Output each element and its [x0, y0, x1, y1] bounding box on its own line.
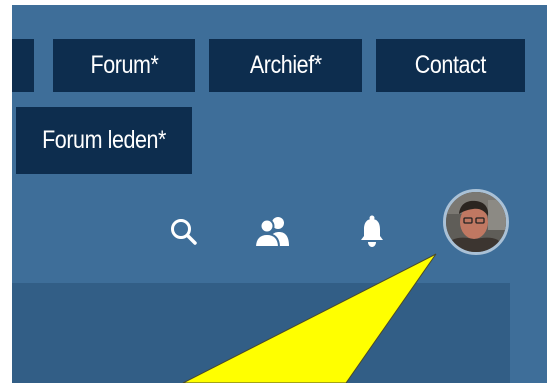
site-header: Forum* Archief* Contact Forum leden* [12, 5, 547, 383]
nav-item-forum[interactable]: Forum* [53, 39, 195, 92]
nav-item-contact-label: Contact [414, 51, 487, 79]
nav-item-contact[interactable]: Contact [376, 39, 525, 92]
user-avatar[interactable] [443, 189, 509, 255]
avatar-photo [446, 192, 506, 252]
nav-item-forum-leden-label: Forum leden* [42, 126, 166, 154]
members-icon[interactable] [253, 213, 293, 249]
nav-item-archief-label: Archief* [249, 51, 322, 79]
nav-item-partial[interactable] [12, 39, 34, 92]
search-icon[interactable] [168, 216, 200, 248]
nav-item-forum-leden[interactable]: Forum leden* [16, 107, 192, 174]
notifications-bell-icon[interactable] [358, 212, 386, 250]
nav-item-forum-label: Forum* [90, 51, 158, 79]
content-panel [12, 283, 510, 383]
nav-item-archief[interactable]: Archief* [209, 39, 362, 92]
